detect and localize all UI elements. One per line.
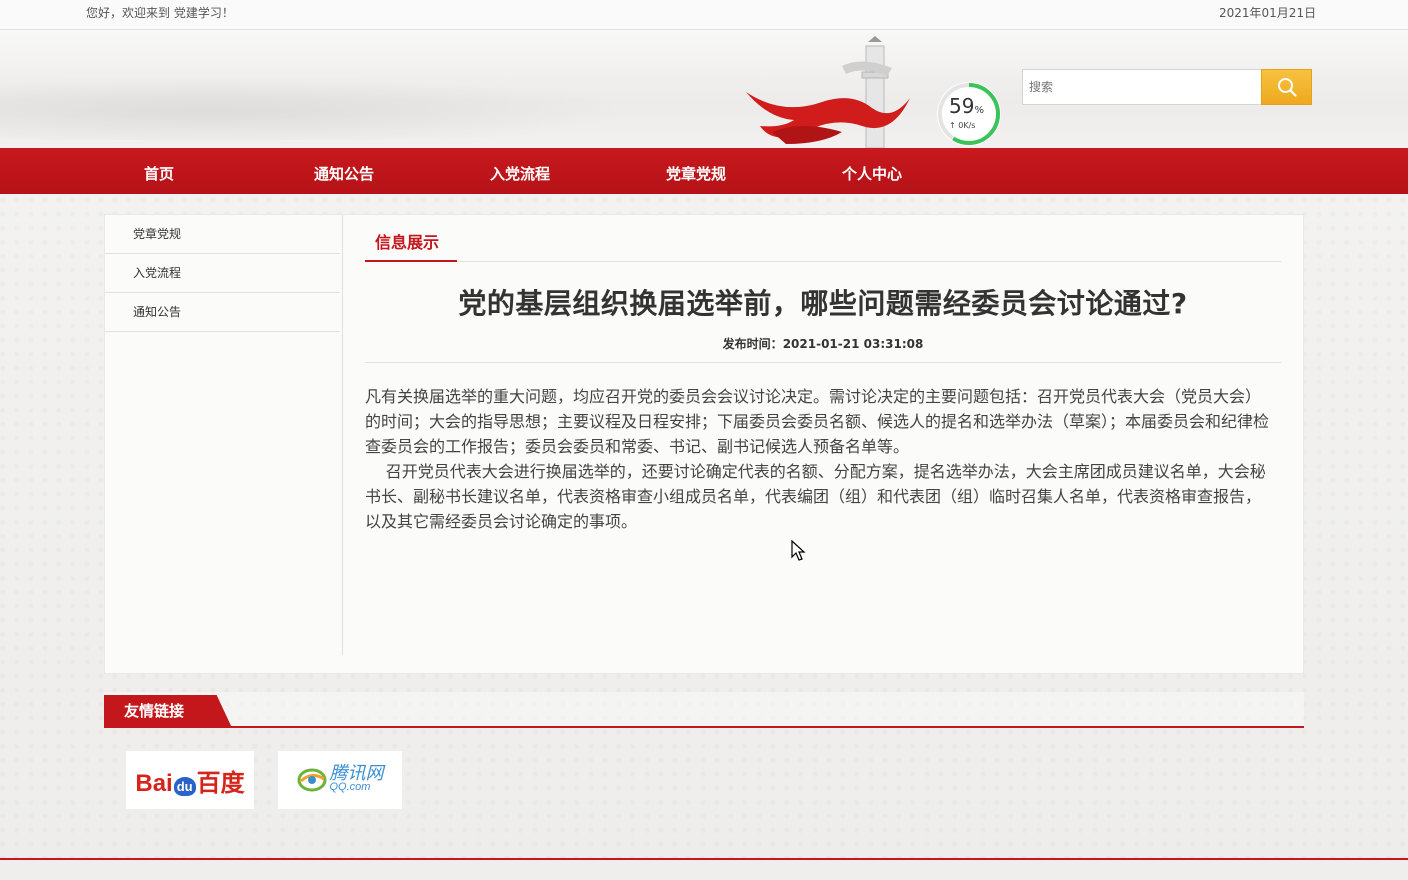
article-content: 信息展示 党的基层组织换届选举前，哪些问题需经委员会讨论通过? 发布时间：202… [365,215,1281,534]
friendly-links-title: 友情链接 [104,695,232,728]
nav-home[interactable]: 首页 [144,163,174,184]
search-input[interactable] [1022,69,1261,105]
current-date: 2021年01月21日 [1219,6,1317,20]
sidebar-item-party-rules[interactable]: 党章党规 [105,215,340,254]
article-body: 凡有关换届选举的重大问题，均应召开党的委员会会议讨论决定。需讨论决定的主要问题包… [365,384,1271,534]
article-title: 党的基层组织换届选举前，哪些问题需经委员会讨论通过? [458,287,1188,320]
search-button[interactable] [1261,69,1312,105]
sidebar-item-join-process[interactable]: 入党流程 [105,254,340,293]
article-paragraph-1: 凡有关换届选举的重大问题，均应召开党的委员会会议讨论决定。需讨论决定的主要问题包… [365,387,1270,456]
article-meta: 发布时间：2021-01-21 03:31:08 [365,335,1281,352]
main-panel: 党章党规 入党流程 通知公告 信息展示 党的基层组织换届选举前，哪些问题需经委员… [104,214,1304,674]
section-underline [365,260,457,262]
section-title: 信息展示 [375,233,440,252]
search-icon [1277,78,1297,97]
qq-link[interactable]: 腾讯网 QQ.com [278,751,402,809]
footer [0,860,1408,880]
search-bar [1022,69,1312,105]
publish-label: 发布时间： [722,337,783,351]
baidu-link[interactable]: Bai du 百度 [126,751,254,809]
publish-time: 2021-01-21 03:31:08 [782,337,924,351]
baidu-logo: Bai du 百度 [135,769,245,797]
sidebar-item-notices[interactable]: 通知公告 [105,293,340,332]
section-header: 信息展示 [365,215,1281,262]
nav-party-rules[interactable]: 党章党规 [666,163,726,184]
speed-rate: ↑ 0K/s [949,121,976,130]
mouse-cursor-icon [791,540,806,561]
speed-percent: 59% [949,94,984,118]
ribbon-pillar-emblem [746,36,910,148]
nav-notices[interactable]: 通知公告 [314,163,374,184]
article-divider [365,362,1281,363]
nav-personal-center[interactable]: 个人中心 [842,163,902,184]
article-paragraph-2: 召开党员代表大会进行换届选举的，还要讨论确定代表的名额、分配方案，提名选举办法，… [365,462,1266,531]
sidebar: 党章党规 入党流程 通知公告 [105,215,343,655]
qq-logo: 腾讯网 QQ.com [329,763,384,793]
nav-join-process[interactable]: 入党流程 [490,163,550,184]
friendly-links-area: Bai du 百度 腾讯网 QQ.com [104,730,1304,858]
network-speed-widget[interactable]: 59% ↑ 0K/s [937,82,1001,146]
friendly-links-header: 友情链接 [104,692,1304,728]
cloud-decoration [0,70,700,140]
welcome-text: 您好，欢迎来到 党建学习！ [86,6,234,20]
top-bar: 您好，欢迎来到 党建学习！ 2021年01月21日 [0,0,1408,30]
qq-swirl-icon [297,768,326,792]
main-nav: 首页 通知公告 入党流程 党章党规 个人中心 [0,148,1408,194]
